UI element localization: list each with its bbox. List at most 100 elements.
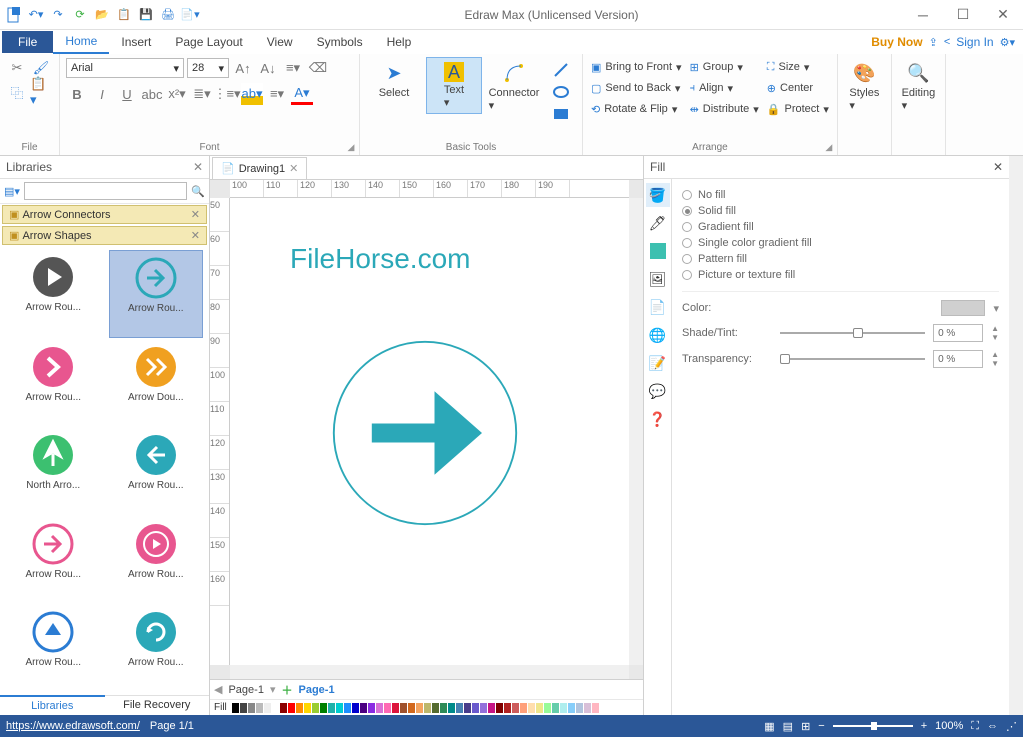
libraries-tab[interactable]: Libraries — [0, 695, 105, 715]
tab-symbols[interactable]: Symbols — [305, 31, 375, 53]
shape-item[interactable]: Arrow Rou... — [109, 428, 204, 514]
highlight-icon[interactable]: ab▾ — [241, 83, 263, 105]
palette-swatch[interactable] — [400, 703, 407, 713]
view-mode-icon-2[interactable]: ▤ — [783, 720, 793, 733]
shape-item[interactable]: Arrow Rou... — [6, 250, 101, 338]
doc-icon[interactable]: 📝 — [646, 351, 670, 375]
palette-swatch[interactable] — [240, 703, 247, 713]
search-icon[interactable]: 🔍 — [191, 185, 205, 198]
palette-swatch[interactable] — [264, 703, 271, 713]
page-prev-icon[interactable]: ◀ — [214, 683, 222, 696]
tab-view[interactable]: View — [255, 31, 305, 53]
palette-swatch[interactable] — [248, 703, 255, 713]
transparency-slider[interactable] — [780, 358, 925, 360]
fill-option[interactable]: Pattern fill — [682, 251, 999, 267]
close-icon[interactable]: ✕ — [191, 208, 200, 221]
open-icon[interactable]: 📂 — [92, 5, 112, 25]
sign-in-link[interactable]: Sign In — [956, 35, 993, 49]
palette-swatch[interactable] — [488, 703, 495, 713]
transparency-value-input[interactable]: 0 % — [933, 350, 983, 368]
shade-value-input[interactable]: 0 % — [933, 324, 983, 342]
palette-swatch[interactable] — [320, 703, 327, 713]
fill-option[interactable]: Gradient fill — [682, 219, 999, 235]
fit-width-icon[interactable]: ⇔ — [987, 720, 998, 732]
palette-swatch[interactable] — [480, 703, 487, 713]
line-spacing-icon[interactable]: ≡▾ — [282, 57, 304, 79]
italic-icon[interactable]: I — [91, 83, 113, 105]
document-tab[interactable]: 📄 Drawing1 ✕ — [212, 157, 307, 179]
font-family-select[interactable]: Arial▾ — [66, 58, 184, 78]
shape-item[interactable]: Arrow Rou... — [109, 605, 204, 691]
palette-swatch[interactable] — [384, 703, 391, 713]
comment-icon[interactable]: 💬 — [646, 379, 670, 403]
shade-slider[interactable] — [780, 332, 925, 334]
print-icon[interactable]: 🖨 — [158, 5, 178, 25]
palette-swatch[interactable] — [336, 703, 343, 713]
strike-icon[interactable]: abc — [141, 83, 163, 105]
tab-help[interactable]: Help — [375, 31, 424, 53]
color-icon[interactable] — [646, 239, 670, 263]
shape-item[interactable]: Arrow Rou... — [109, 517, 204, 603]
palette-swatch[interactable] — [288, 703, 295, 713]
scrollbar-vertical[interactable] — [629, 198, 643, 665]
library-picker-icon[interactable]: ▤▾ — [4, 185, 20, 198]
palette-swatch[interactable] — [392, 703, 399, 713]
maximize-button[interactable]: ☐ — [943, 0, 983, 30]
globe-icon[interactable]: 🌐 — [646, 323, 670, 347]
protect-button[interactable]: 🔒Protect▾ — [765, 99, 831, 119]
shape-item[interactable]: Arrow Rou... — [6, 517, 101, 603]
cut-icon[interactable]: ✂ — [6, 57, 28, 79]
center-button[interactable]: ⊕Center — [765, 78, 831, 98]
text-tool[interactable]: A Text▾ — [426, 57, 482, 114]
add-page-icon[interactable]: ＋ — [281, 682, 292, 698]
palette-swatch[interactable] — [440, 703, 447, 713]
select-tool[interactable]: ➤ Select — [366, 57, 422, 103]
palette-swatch[interactable] — [560, 703, 567, 713]
zoom-level[interactable]: 100% — [935, 720, 963, 732]
palette-swatch[interactable] — [456, 703, 463, 713]
size-button[interactable]: ⛶Size▾ — [765, 57, 831, 77]
help-icon[interactable]: ❓ — [646, 407, 670, 431]
oval-shape-icon[interactable] — [552, 83, 570, 101]
close-tab-icon[interactable]: ✕ — [289, 162, 298, 175]
palette-swatch[interactable] — [528, 703, 535, 713]
font-dialog-launcher[interactable]: ◢ — [345, 141, 357, 153]
shape-item[interactable]: North Arro... — [6, 428, 101, 514]
copy-icon[interactable]: ⿻ — [6, 81, 28, 103]
palette-swatch[interactable] — [408, 703, 415, 713]
paste-icon[interactable]: 📋▾ — [30, 81, 52, 103]
font-size-select[interactable]: 28▾ — [187, 58, 229, 78]
fit-page-icon[interactable]: ⛶ — [971, 720, 979, 733]
distribute-button[interactable]: ⇹Distribute▾ — [688, 99, 761, 119]
canvas-page[interactable]: FileHorse.com — [230, 198, 629, 665]
shape-item[interactable]: Arrow Rou... — [6, 340, 101, 426]
underline-icon[interactable]: U — [116, 83, 138, 105]
palette-swatch[interactable] — [352, 703, 359, 713]
palette-swatch[interactable] — [576, 703, 583, 713]
paste-icon[interactable]: 📋 — [114, 5, 134, 25]
palette-swatch[interactable] — [256, 703, 263, 713]
palette-swatch[interactable] — [464, 703, 471, 713]
palette-swatch[interactable] — [296, 703, 303, 713]
palette-swatch[interactable] — [544, 703, 551, 713]
palette-swatch[interactable] — [312, 703, 319, 713]
palette-swatch[interactable] — [328, 703, 335, 713]
category-arrow-connectors[interactable]: ▣ Arrow Connectors ✕ — [2, 205, 207, 224]
minimize-button[interactable]: ─ — [903, 0, 943, 30]
font-color-icon[interactable]: A▾ — [291, 83, 313, 105]
fill-pane-scrollbar[interactable] — [1009, 156, 1023, 715]
palette-swatch[interactable] — [368, 703, 375, 713]
palette-swatch[interactable] — [504, 703, 511, 713]
shape-item[interactable]: Arrow Rou... — [109, 250, 204, 338]
library-search-input[interactable] — [24, 182, 187, 200]
undo-icon[interactable]: ↶▾ — [26, 5, 46, 25]
save-icon[interactable]: 💾 — [136, 5, 156, 25]
palette-swatch[interactable] — [344, 703, 351, 713]
palette-swatch[interactable] — [424, 703, 431, 713]
rect-shape-icon[interactable] — [552, 105, 570, 123]
align-icon[interactable]: ≡▾ — [266, 83, 288, 105]
palette-swatch[interactable] — [592, 703, 599, 713]
close-icon[interactable]: ✕ — [193, 160, 203, 174]
palette-swatch[interactable] — [520, 703, 527, 713]
tab-home[interactable]: Home — [53, 30, 109, 54]
